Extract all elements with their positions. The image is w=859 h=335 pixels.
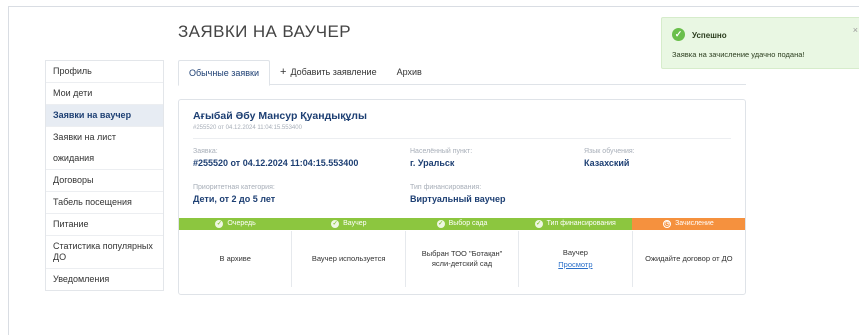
step-label: Тип финансирования	[546, 220, 616, 227]
field-label: Заявка:	[193, 148, 218, 155]
field-label: Тип финансирования:	[410, 184, 482, 191]
application-subline: #255520 от 04.12.2024 11:04:15.553400	[193, 125, 302, 131]
status-financing-title: Ваучер	[562, 248, 588, 257]
check-circle-icon: ✓	[534, 220, 543, 228]
toast-message: Заявка на зачисление удачно подана!	[672, 50, 805, 59]
toast-title: Успешно	[692, 31, 727, 40]
tab-label: Обычные заявки	[189, 68, 260, 78]
field-label: Населённый пункт:	[410, 148, 473, 155]
financing-field: Тип финансирования: Виртуальный ваучер	[410, 183, 506, 206]
sidebar-item-profile[interactable]: Профиль	[46, 61, 163, 83]
status-kindergarten: Выбран ТОО "Ботақан" ясли-детский сад	[406, 231, 520, 287]
field-value: Виртуальный ваучер	[410, 194, 506, 204]
sidebar-item-contracts[interactable]: Договоры	[46, 170, 163, 192]
field-value: Казахский	[584, 158, 630, 168]
tab-add-application[interactable]: + Добавить заявление	[270, 60, 387, 85]
field-label: Язык обучения:	[584, 148, 635, 155]
step-enrollment: ◷ Зачисление	[631, 218, 746, 230]
view-voucher-link[interactable]: Просмотр	[558, 260, 592, 270]
locality-field: Населённый пункт: г. Уральск	[410, 147, 472, 170]
step-label: Зачисление	[675, 220, 714, 227]
clock-icon: ◷	[663, 220, 672, 228]
child-name: Ағыбай Әбу Мансур Қуандықұлы	[193, 110, 367, 122]
status-voucher: Ваучер используется	[292, 231, 406, 287]
sidebar-item-voucher-applications[interactable]: Заявки на ваучер	[46, 105, 163, 127]
progress-steps: ✓ Очередь ✓ Ваучер ✓ Выбор сада ✓ Тип финанс…	[179, 218, 746, 230]
status-financing: Ваучер Просмотр	[519, 231, 633, 287]
field-value: г. Уральск	[410, 158, 455, 168]
status-queue: В архиве	[179, 231, 293, 287]
language-field: Язык обучения: Казахский	[584, 147, 635, 170]
sidebar-item-statistics[interactable]: Статистика популярных ДО	[46, 236, 163, 269]
step-label: Очередь	[227, 220, 256, 227]
step-voucher: ✓ Ваучер	[292, 218, 406, 230]
status-enrollment: Ожидайте договор от ДО	[645, 254, 733, 263]
check-circle-icon: ✓	[215, 220, 224, 228]
field-value: #255520 от 04.12.2024 11:04:15.553400	[193, 158, 359, 168]
field-value: Дети, от 2 до 5 лет	[193, 194, 276, 204]
status-row: В архиве Ваучер используется Выбран ТОО …	[179, 231, 745, 287]
sidebar-item-my-children[interactable]: Мои дети	[46, 83, 163, 105]
check-circle-icon: ✓	[436, 220, 445, 228]
tab-regular-applications[interactable]: Обычные заявки	[178, 60, 271, 86]
tab-label: Добавить заявление	[290, 67, 377, 77]
sidebar-item-meals[interactable]: Питание	[46, 214, 163, 236]
sidebar-item-attendance[interactable]: Табель посещения	[46, 192, 163, 214]
divider	[193, 138, 731, 139]
application-field: Заявка: #255520 от 04.12.2024 11:04:15.5…	[193, 147, 358, 170]
priority-field: Приоритетная категория: Дети, от 2 до 5 …	[193, 183, 275, 206]
step-label: Выбор сада	[448, 220, 488, 227]
close-icon[interactable]: ×	[853, 25, 858, 35]
step-financing-type: ✓ Тип финансирования	[518, 218, 632, 230]
tab-label: Архив	[396, 67, 422, 77]
success-toast: ✓ Успешно Заявка на зачисление удачно по…	[661, 17, 859, 69]
step-label: Ваучер	[343, 220, 367, 227]
sidebar-item-notifications[interactable]: Уведомления	[46, 269, 163, 290]
check-circle-icon: ✓	[331, 220, 340, 228]
sidebar-menu: Профиль Мои дети Заявки на ваучер Заявки…	[45, 60, 164, 291]
step-queue: ✓ Очередь	[179, 218, 293, 230]
tab-archive[interactable]: Архив	[387, 60, 432, 85]
plus-icon: +	[280, 66, 287, 78]
page-title: ЗАЯВКИ НА ВАУЧЕР	[178, 22, 351, 41]
application-card: Ағыбай Әбу Мансур Қуандықұлы #255520 от …	[178, 99, 746, 295]
step-kindergarten-choice: ✓ Выбор сада	[405, 218, 519, 230]
sidebar-item-waitlist-applications[interactable]: Заявки на лист ожидания	[46, 127, 163, 170]
field-label: Приоритетная категория:	[193, 184, 275, 191]
check-circle-icon: ✓	[672, 28, 685, 41]
